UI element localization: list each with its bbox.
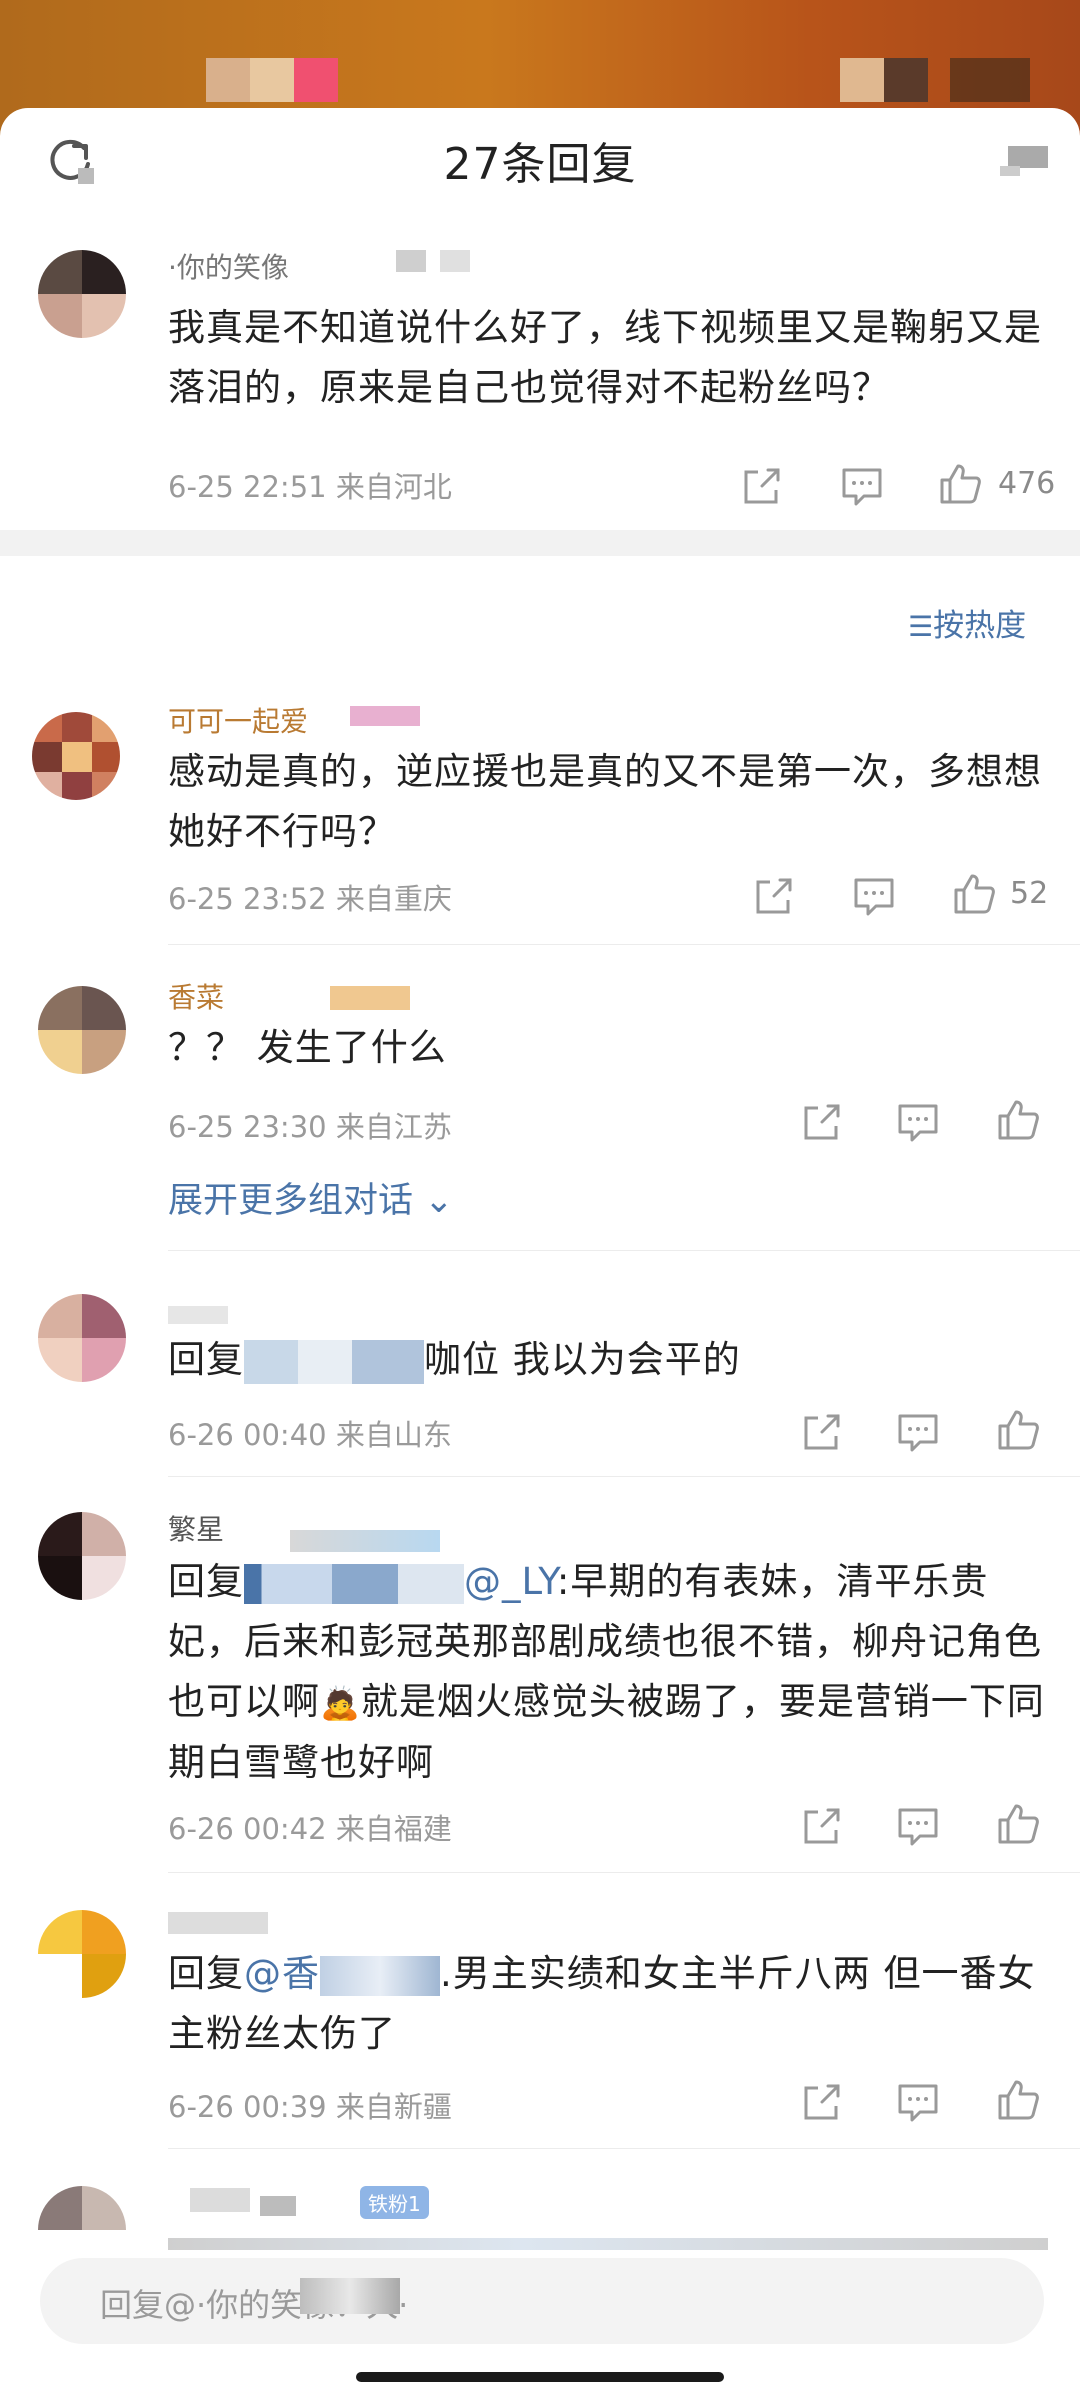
share-icon[interactable]	[800, 1410, 844, 1454]
sort-icon: ☰	[908, 610, 934, 643]
comment-icon[interactable]	[852, 874, 896, 918]
share-icon[interactable]	[752, 874, 796, 918]
avatar[interactable]	[32, 712, 120, 800]
section-separator	[0, 530, 1080, 556]
comment-time: 6-26 00:42 来自福建	[168, 1812, 452, 1846]
blurred-pixel	[168, 2238, 1048, 2250]
avatar[interactable]	[38, 1512, 126, 1600]
blurred-pixel	[206, 58, 250, 102]
comment-icon[interactable]	[840, 464, 884, 508]
avatar[interactable]	[38, 2186, 126, 2246]
blurred-pixel	[290, 1530, 440, 1552]
divider	[168, 1476, 1080, 1477]
blurred-pixel	[294, 58, 338, 102]
fan-badge: 铁粉1	[360, 2186, 429, 2219]
comment-time: 6-26 00:40 来自山东	[168, 1418, 452, 1452]
chevron-down-icon: ⌄	[413, 1181, 454, 1221]
blurred-pixel	[950, 58, 1030, 102]
home-indicator[interactable]	[356, 2372, 724, 2382]
sort-by-hot-button[interactable]: ☰按热度	[908, 600, 1026, 645]
like-icon[interactable]	[996, 1098, 1040, 1142]
comment-time: 6-25 23:52 来自重庆	[168, 882, 452, 916]
mention-link[interactable]: @_LY	[244, 1560, 557, 1604]
comment-text: 回复@香 .男主实绩和女主半斤八两 但一番女主粉丝太伤了	[168, 1952, 1036, 2055]
blurred-pixel	[300, 2278, 400, 2314]
comment-time: 6-25 23:30 来自江苏	[168, 1110, 452, 1144]
mention-link[interactable]: @香	[244, 1952, 440, 1996]
username[interactable]: 繁星	[168, 1508, 224, 1548]
avatar[interactable]	[38, 1294, 126, 1382]
share-icon[interactable]	[800, 1100, 844, 1144]
blurred-pixel	[168, 1306, 228, 1324]
comment-icon[interactable]	[896, 1410, 940, 1454]
blurred-pixel	[190, 2188, 250, 2212]
comment-text: ？？ 发生了什么	[168, 1026, 447, 1069]
blurred-pixel	[396, 250, 426, 272]
comment-text: 回复 @_LY:早期的有表妹，清平乐贵妃，后来和彭冠英那部剧成绩也很不错，柳舟记角…	[168, 1560, 1045, 1784]
blurred-pixel	[250, 58, 294, 102]
avatar[interactable]	[38, 250, 126, 338]
comment-time: 6-25 22:51 来自河北	[168, 470, 452, 504]
blurred-pixel	[440, 250, 470, 272]
comment-text: 我真是不知道说什么好了，线下视频里又是鞠躬又是落泪的，原来是自己也觉得对不起粉丝…	[168, 306, 1042, 409]
like-count: 476	[998, 466, 1056, 501]
like-icon[interactable]	[996, 1802, 1040, 1846]
share-icon[interactable]	[800, 1804, 844, 1848]
divider	[168, 944, 1080, 945]
comment-time: 6-26 00:39 来自新疆	[168, 2090, 452, 2124]
blurred-pixel	[350, 706, 420, 726]
username[interactable]: 可可一起爱	[168, 700, 308, 740]
expand-conversation-link[interactable]: 展开更多组对话 ⌄	[168, 1172, 453, 1223]
comment-icon[interactable]	[896, 1100, 940, 1144]
blurred-mention	[244, 1339, 424, 1384]
comment-icon[interactable]	[896, 1804, 940, 1848]
divider	[168, 2148, 1080, 2149]
avatar[interactable]	[38, 986, 126, 1074]
avatar[interactable]	[38, 1910, 126, 1998]
username[interactable]: ·你的笑像	[168, 246, 289, 286]
like-icon[interactable]	[996, 1408, 1040, 1452]
like-icon[interactable]	[938, 462, 982, 506]
comment-text: 感动是真的，逆应援也是真的又不是第一次，多想想她好不行吗？	[168, 750, 1042, 853]
more-icon[interactable]	[1000, 142, 1050, 178]
comment-icon[interactable]	[896, 2080, 940, 2124]
blurred-pixel	[884, 58, 928, 102]
like-icon[interactable]	[996, 2078, 1040, 2122]
page-title: 27条回复	[443, 139, 637, 190]
comment-text: 回复 咖位 我以为会平的	[168, 1330, 1048, 1390]
divider	[168, 1250, 1080, 1251]
blurred-pixel	[260, 2196, 296, 2216]
blurred-mention	[320, 1955, 440, 1996]
like-count: 52	[1010, 876, 1049, 911]
blurred-mention	[244, 1563, 464, 1604]
share-icon[interactable]	[800, 2080, 844, 2124]
emoji-icon: 🙇	[320, 1684, 361, 1722]
like-icon[interactable]	[952, 872, 996, 916]
blurred-pixel	[330, 986, 410, 1010]
username[interactable]: 香菜	[168, 976, 224, 1016]
share-icon[interactable]	[740, 464, 784, 508]
blurred-pixel	[840, 58, 884, 102]
blurred-pixel	[168, 1912, 268, 1934]
divider	[168, 1872, 1080, 1873]
